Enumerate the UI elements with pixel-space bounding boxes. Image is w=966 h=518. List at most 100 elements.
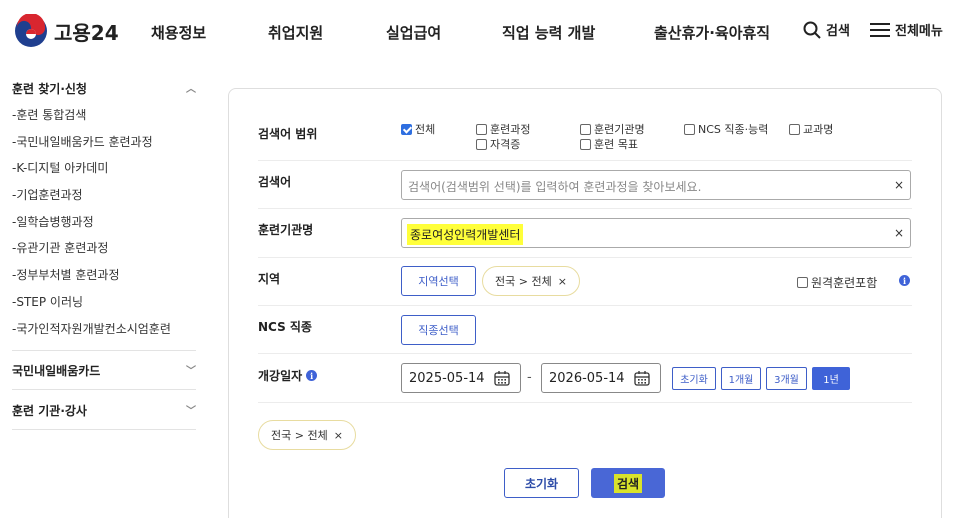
- checkbox-label: 전체: [415, 123, 436, 136]
- region-tag-label: 전국 > 전체: [495, 275, 552, 288]
- checkbox-checked-icon: [401, 123, 412, 135]
- sidebar-item-k-digital[interactable]: -K-디지털 아카데미: [12, 159, 108, 176]
- checkbox-icon: [476, 138, 487, 150]
- date-label-row: 개강일자 i: [258, 367, 318, 384]
- checkbox-icon: [797, 277, 808, 288]
- remove-tag-icon[interactable]: ×: [558, 275, 567, 288]
- period-reset-button[interactable]: 초기화: [672, 367, 716, 390]
- search-form-panel: [228, 88, 942, 518]
- scope-checkbox-institution[interactable]: 훈련기관명: [580, 121, 645, 137]
- clear-icon[interactable]: ×: [894, 226, 904, 240]
- sidebar-section-title: 훈련 찾기·신청: [12, 82, 87, 96]
- chevron-down-icon: ﹀: [186, 406, 196, 417]
- scope-checkbox-goal[interactable]: 훈련 목표: [580, 136, 638, 152]
- checkbox-label: 교과명: [803, 123, 834, 136]
- institution-input[interactable]: 종로여성인력개발센터 ×: [401, 218, 911, 248]
- scope-checkbox-subject[interactable]: 교과명: [789, 121, 833, 137]
- hamburger-menu-icon: [870, 22, 890, 37]
- nav-unemployment-benefit[interactable]: 실업급여: [386, 22, 441, 43]
- ncs-select-button[interactable]: 직종선택: [401, 315, 476, 345]
- sidebar-item-company-training[interactable]: -기업훈련과정: [12, 186, 83, 203]
- sidebar-item-integrated-search[interactable]: -훈련 통합검색: [12, 106, 86, 123]
- keyword-placeholder: 검색어(검색범위 선택)를 입력하여 훈련과정을 찾아보세요.: [408, 180, 702, 194]
- checkbox-icon: [684, 123, 695, 135]
- sidebar-item-government-ministries[interactable]: -정부부처별 훈련과정: [12, 266, 120, 283]
- institution-label: 훈련기관명: [258, 223, 314, 237]
- checkbox-label: 자격증: [490, 138, 521, 151]
- sidebar-item-step-elearning[interactable]: -STEP 이러닝: [12, 293, 83, 310]
- institution-value: 종로여성인력개발센터: [407, 224, 524, 245]
- keyword-label: 검색어: [258, 175, 292, 189]
- nav-employment-support[interactable]: 취업지원: [268, 22, 323, 43]
- checkbox-label: NCS 직종·능력: [698, 123, 769, 136]
- header-search-button[interactable]: 검색: [803, 20, 850, 39]
- header-search-label: 검색: [826, 24, 850, 39]
- taegeuk-logo-icon: [15, 14, 47, 47]
- sidebar-section-institutions[interactable]: 훈련 기관·강사 ﹀: [12, 402, 196, 419]
- date-end-input[interactable]: 2026-05-14: [541, 363, 661, 393]
- nav-parental-leave[interactable]: 출산휴가·육아휴직: [654, 22, 770, 43]
- info-icon[interactable]: i: [306, 370, 318, 381]
- checkbox-label: 훈련 목표: [594, 138, 638, 151]
- sidebar-section-training-search[interactable]: 훈련 찾기·신청 ︿: [12, 80, 196, 97]
- row-divider: [258, 402, 912, 403]
- remote-training-label: 원격훈련포함: [811, 276, 878, 290]
- sidebar-item-card-courses[interactable]: -국민내일배움카드 훈련과정: [12, 133, 153, 150]
- keyword-input[interactable]: 검색어(검색범위 선택)를 입력하여 훈련과정을 찾아보세요. ×: [401, 170, 911, 200]
- period-1month-button[interactable]: 1개월: [721, 367, 761, 390]
- calendar-icon[interactable]: [634, 370, 650, 386]
- scope-checkbox-course[interactable]: 훈련과정: [476, 121, 530, 137]
- sidebar-item-related-institutions[interactable]: -유관기관 훈련과정: [12, 239, 108, 256]
- nav-vocational-training[interactable]: 직업 능력 개발: [502, 22, 595, 43]
- remove-tag-icon[interactable]: ×: [334, 429, 343, 442]
- sidebar-section-title: 훈련 기관·강사: [12, 404, 87, 418]
- sidebar-item-work-study[interactable]: -일학습병행과정: [12, 213, 94, 230]
- nav-jobs[interactable]: 채용정보: [151, 22, 206, 43]
- checkbox-icon: [580, 123, 591, 135]
- logo-text: 고용24: [54, 20, 119, 45]
- info-icon[interactable]: i: [899, 275, 910, 286]
- sidebar-item-consortium[interactable]: -국가인적자원개발컨소시엄훈련: [12, 320, 171, 337]
- checkbox-label: 훈련과정: [490, 123, 531, 136]
- region-select-button[interactable]: 지역선택: [401, 266, 476, 296]
- full-menu-button[interactable]: 전체메뉴: [870, 20, 943, 39]
- full-menu-label: 전체메뉴: [895, 24, 943, 39]
- reset-button[interactable]: 초기화: [504, 468, 579, 498]
- selected-filter-label: 전국 > 전체: [271, 429, 328, 442]
- period-1year-button[interactable]: 1년: [812, 367, 850, 390]
- period-3month-button[interactable]: 3개월: [766, 367, 807, 390]
- selected-filter-tag[interactable]: 전국 > 전체 ×: [258, 420, 356, 450]
- checkbox-label: 훈련기관명: [594, 123, 645, 136]
- checkbox-icon: [789, 123, 800, 135]
- scope-checkbox-ncs[interactable]: NCS 직종·능력: [684, 121, 768, 137]
- date-start-value: 2025-05-14: [409, 371, 485, 386]
- chevron-down-icon: ﹀: [186, 366, 196, 377]
- clear-icon[interactable]: ×: [894, 178, 904, 192]
- date-separator: -: [527, 370, 532, 385]
- region-tag[interactable]: 전국 > 전체 ×: [482, 266, 580, 296]
- top-header: 고용24 채용정보 취업지원 실업급여 직업 능력 개발 출산휴가·육아휴직 검…: [0, 0, 966, 64]
- scope-checkbox-all[interactable]: 전체: [401, 121, 435, 137]
- ncs-label: NCS 직종: [258, 320, 312, 334]
- site-logo[interactable]: 고용24: [14, 14, 119, 48]
- row-divider: [258, 353, 912, 354]
- sidebar-divider: [12, 389, 196, 390]
- row-divider: [258, 305, 912, 306]
- date-start-input[interactable]: 2025-05-14: [401, 363, 521, 393]
- search-button[interactable]: 검색: [591, 468, 665, 498]
- date-label: 개강일자: [258, 369, 303, 383]
- sidebar-section-title: 국민내일배움카드: [12, 364, 101, 378]
- calendar-icon[interactable]: [494, 370, 510, 386]
- search-icon: [803, 21, 821, 39]
- remote-training-checkbox[interactable]: 원격훈련포함: [797, 274, 877, 291]
- scope-checkbox-certificate[interactable]: 자격증: [476, 136, 520, 152]
- date-end-value: 2026-05-14: [549, 371, 625, 386]
- checkbox-icon: [580, 138, 591, 150]
- row-divider: [258, 208, 912, 209]
- sidebar-divider: [12, 429, 196, 430]
- search-button-label: 검색: [613, 473, 643, 493]
- checkbox-icon: [476, 123, 487, 135]
- sidebar-section-card[interactable]: 국민내일배움카드 ﹀: [12, 362, 196, 379]
- chevron-up-icon: ︿: [186, 84, 196, 95]
- row-divider: [258, 257, 912, 258]
